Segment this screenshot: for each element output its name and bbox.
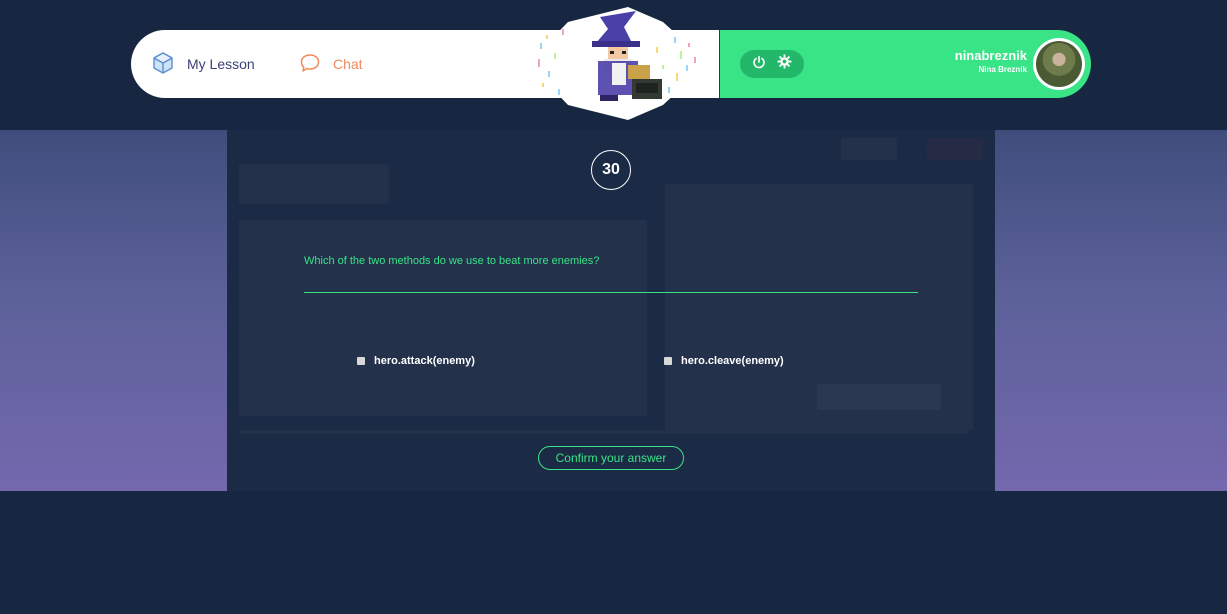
ghost-block (239, 164, 389, 204)
quiz-question: Which of the two methods do we use to be… (304, 255, 600, 267)
confirm-answer-button[interactable]: Confirm your answer (538, 446, 684, 470)
nav-my-lesson[interactable]: My Lesson (151, 30, 255, 98)
nav-right-section: ninabreznik Nina Breznik (719, 30, 1091, 98)
gear-icon[interactable] (777, 54, 792, 74)
nav-chat[interactable]: Chat (299, 30, 363, 98)
checkbox[interactable] (664, 357, 672, 365)
nav-chat-label: Chat (333, 56, 363, 72)
checkbox[interactable] (357, 357, 365, 365)
question-divider (304, 292, 918, 293)
nav-my-lesson-label: My Lesson (187, 56, 255, 72)
ghost-button (841, 138, 897, 160)
ghost-editor (239, 220, 647, 416)
answer-option-attack[interactable]: hero.attack(enemy) (357, 355, 475, 367)
chat-bubble-icon (299, 52, 321, 77)
answer-option-label: hero.cleave(enemy) (681, 355, 784, 367)
username: ninabreznik (954, 48, 1027, 63)
ghost-progress (239, 430, 969, 434)
avatar[interactable] (1033, 38, 1085, 90)
cube-icon (151, 51, 175, 78)
countdown-timer: 30 (591, 150, 631, 190)
ghost-button (927, 138, 983, 160)
user-info[interactable]: ninabreznik Nina Breznik (955, 48, 1027, 76)
answer-option-label: hero.attack(enemy) (374, 355, 475, 367)
nav-controls (740, 50, 804, 78)
user-full-name: Nina Breznik (978, 65, 1027, 74)
answer-option-cleave[interactable]: hero.cleave(enemy) (664, 355, 784, 367)
avatar-photo (1036, 41, 1082, 87)
wizard-mascot-logo (528, 7, 708, 120)
ghost-button (817, 384, 941, 410)
top-navigation: My Lesson Chat ninabreznik Nina Breznik (131, 7, 1091, 120)
power-icon[interactable] (752, 55, 766, 74)
